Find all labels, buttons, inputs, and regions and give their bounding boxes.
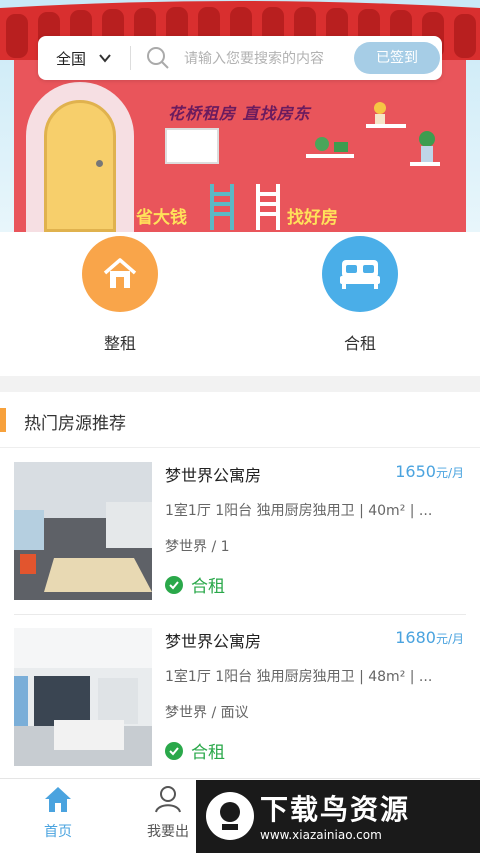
hot-section-header: 热门房源推荐 bbox=[0, 392, 480, 448]
banner-slogan: 花桥租房 直找房东 bbox=[168, 104, 311, 123]
chair-illustration bbox=[210, 184, 234, 230]
banner-slogan-right: 找好房 bbox=[287, 208, 338, 228]
category-whole-rent[interactable]: 整租 bbox=[60, 236, 180, 354]
category-label: 整租 bbox=[103, 334, 136, 353]
search-bar: 全国 请输入您要搜索的内容 已签到 bbox=[38, 36, 442, 80]
plant-icon bbox=[315, 137, 348, 152]
listing-card[interactable]: 梦世界公寓房 1680元/月 1室1厅 1阳台 独用厨房独用卫 | 48m² |… bbox=[14, 628, 466, 780]
listing-price: 1680元/月 bbox=[395, 628, 464, 647]
shelf bbox=[306, 154, 354, 158]
city-selector[interactable]: 全国 bbox=[56, 48, 86, 69]
category-section: 整租 合租 bbox=[0, 232, 480, 376]
listing-location: 梦世界 / 面议 bbox=[165, 705, 249, 721]
chair-illustration bbox=[256, 184, 280, 230]
row-divider bbox=[14, 614, 466, 615]
check-icon bbox=[165, 575, 183, 594]
section-divider bbox=[0, 376, 480, 392]
door bbox=[44, 100, 116, 232]
watermark-url: www.xiazainiao.com bbox=[260, 828, 382, 842]
section-accent-bar bbox=[0, 408, 6, 432]
listing-tag: 合租 bbox=[165, 572, 225, 597]
check-icon bbox=[165, 741, 183, 760]
listing-desc: 1室1厅 1阳台 独用厨房独用卫 | 48m² | ... bbox=[165, 669, 433, 685]
banner-slogan-left: 省大钱 bbox=[136, 208, 187, 228]
home-icon bbox=[45, 787, 71, 812]
listing-title: 梦世界公寓房 bbox=[165, 632, 262, 651]
divider bbox=[130, 46, 131, 70]
listing-tag-label: 合租 bbox=[191, 743, 225, 763]
listing-title: 梦世界公寓房 bbox=[165, 466, 262, 485]
hero-banner[interactable]: 花桥租房 直找房东 省大钱 找好房 全国 请输入您要搜索的内容 已签到 bbox=[0, 0, 480, 232]
door-knob bbox=[96, 160, 103, 167]
tab-home[interactable]: 首页 bbox=[10, 785, 106, 841]
tab-label: 首页 bbox=[44, 824, 72, 840]
listing-tag-label: 合租 bbox=[191, 577, 225, 597]
bed-icon bbox=[340, 260, 380, 289]
plant-icon bbox=[419, 131, 435, 162]
watermark-logo bbox=[206, 792, 254, 840]
home-icon bbox=[103, 258, 137, 288]
search-icon[interactable] bbox=[146, 46, 170, 70]
watermark-text: 下载鸟资源 bbox=[260, 793, 411, 826]
shelf bbox=[410, 162, 440, 166]
flower-pot-icon bbox=[374, 102, 386, 124]
category-icon-circle bbox=[82, 236, 158, 312]
category-icon-circle bbox=[322, 236, 398, 312]
user-icon bbox=[155, 786, 181, 813]
listing-card[interactable]: 梦世界公寓房 1650元/月 1室1厅 1阳台 独用厨房独用卫 | 40m² |… bbox=[14, 462, 466, 614]
section-title: 热门房源推荐 bbox=[24, 414, 126, 434]
chevron-down-icon[interactable] bbox=[98, 51, 112, 65]
shelf bbox=[366, 124, 406, 128]
window-illustration bbox=[165, 128, 219, 164]
category-shared-rent[interactable]: 合租 bbox=[300, 236, 420, 354]
listing-desc: 1室1厅 1阳台 独用厨房独用卫 | 40m² | ... bbox=[165, 503, 433, 519]
listing-tag: 合租 bbox=[165, 738, 225, 763]
watermark: 下载鸟资源 www.xiazainiao.com bbox=[196, 780, 480, 853]
listing-photo bbox=[14, 628, 152, 766]
category-label: 合租 bbox=[343, 334, 376, 353]
checkin-button[interactable]: 已签到 bbox=[354, 42, 440, 74]
search-input[interactable]: 请输入您要搜索的内容 bbox=[184, 48, 324, 68]
listing-location: 梦世界 / 1 bbox=[165, 539, 230, 555]
listing-photo bbox=[14, 462, 152, 600]
listing-price: 1650元/月 bbox=[395, 462, 464, 481]
